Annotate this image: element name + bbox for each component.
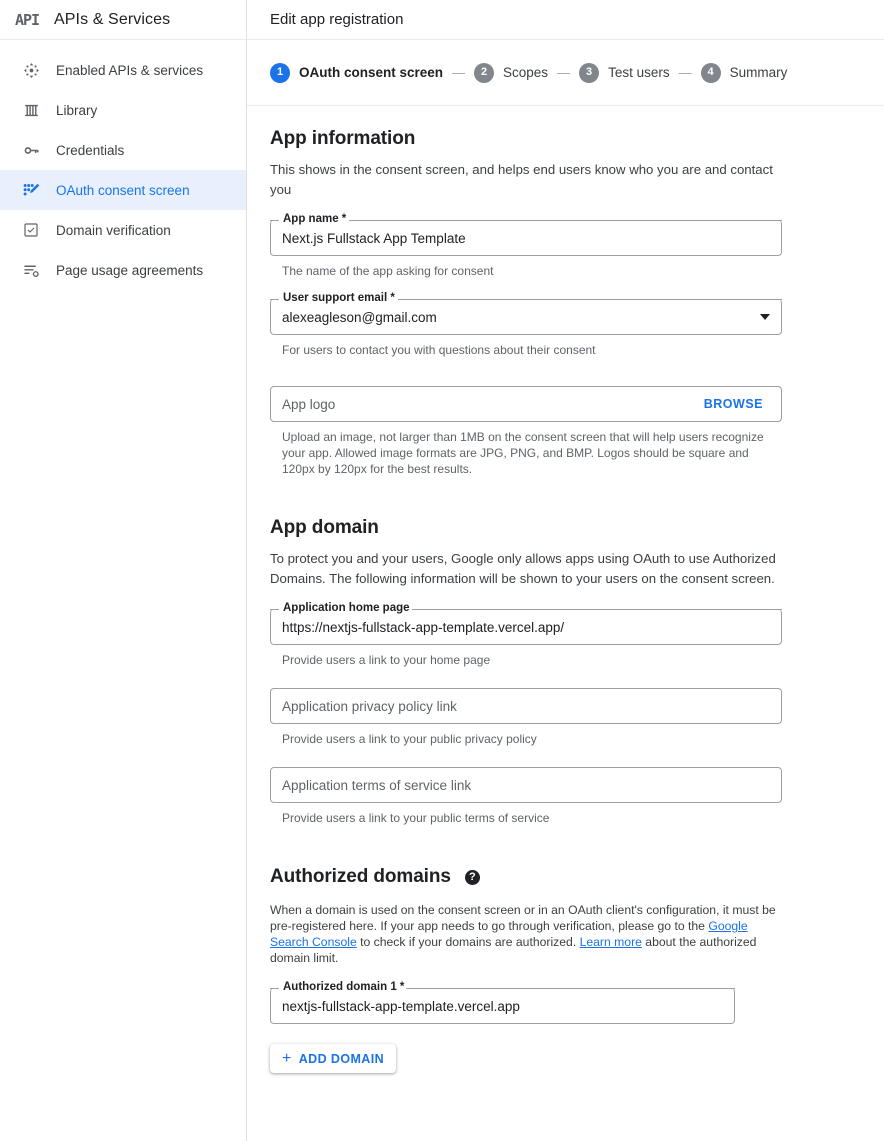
sidebar-header: API APIs & Services (0, 0, 246, 40)
plus-icon: + (282, 1049, 292, 1067)
step-number: 3 (579, 62, 600, 83)
app-name-input[interactable] (270, 220, 782, 256)
sidebar-item-label: Enabled APIs & services (56, 62, 204, 78)
form-content: App information This shows in the consen… (247, 106, 884, 1073)
step-label: Test users (608, 65, 670, 80)
api-logo-icon: API (14, 10, 40, 29)
paragraph-text-part2: to check if your domains are authorized. (356, 935, 580, 949)
app-domain-description: To protect you and your users, Google on… (270, 551, 776, 586)
sidebar-item-enabled-apis[interactable]: Enabled APIs & services (0, 50, 246, 90)
sidebar-item-label: Page usage agreements (56, 262, 204, 278)
terms-of-service-field[interactable] (270, 767, 782, 803)
terms-of-service-input[interactable] (270, 767, 782, 803)
add-domain-button[interactable]: + ADD DOMAIN (270, 1044, 396, 1073)
sidebar-item-label: Library (56, 102, 98, 118)
app-logo-field[interactable]: BROWSE (270, 386, 782, 422)
sidebar-item-credentials[interactable]: Credentials (0, 130, 246, 170)
authorized-domains-header: Authorized domains ? (270, 866, 861, 888)
sidebar: API APIs & Services Enabled APIs & servi… (0, 0, 247, 1141)
add-domain-label: ADD DOMAIN (298, 1051, 384, 1066)
oauth-consent-icon (14, 182, 48, 199)
domain-verification-icon (14, 222, 48, 238)
user-support-email-input[interactable] (270, 299, 782, 335)
application-home-page-input[interactable] (270, 609, 782, 645)
paragraph-text-part1: When a domain is used on the consent scr… (270, 903, 776, 933)
step-label: Summary (729, 65, 788, 80)
main-panel: Edit app registration 1 OAuth consent sc… (247, 0, 884, 1141)
app-information-description: This shows in the consent screen, and he… (270, 162, 773, 197)
step-number: 4 (700, 62, 721, 83)
authorized-domains-paragraph: When a domain is used on the consent scr… (270, 902, 784, 966)
step-separator: — (452, 65, 466, 80)
sidebar-item-domain-verification[interactable]: Domain verification (0, 210, 246, 250)
app-information-title: App information (270, 128, 416, 149)
authorized-domain-1-input[interactable] (270, 988, 735, 1024)
step-scopes[interactable]: 2 Scopes (474, 62, 549, 83)
sidebar-item-label: Credentials (56, 142, 125, 158)
page-title-bar: Edit app registration (247, 0, 884, 40)
user-support-email-helper: For users to contact you with questions … (282, 343, 596, 357)
sidebar-item-label: Domain verification (56, 222, 171, 238)
page-usage-icon (14, 262, 48, 279)
app-logo-helper: Upload an image, not larger than 1MB on … (282, 430, 764, 476)
learn-more-link[interactable]: Learn more (580, 935, 642, 949)
step-summary[interactable]: 4 Summary (700, 62, 788, 83)
step-number: 1 (270, 62, 290, 83)
browse-button[interactable]: BROWSE (698, 396, 769, 412)
app-name-field[interactable]: App name * (270, 212, 782, 256)
app-domain-title: App domain (270, 517, 379, 538)
user-support-email-field[interactable]: User support email * (270, 291, 782, 335)
sidebar-nav: Enabled APIs & services Library Credenti… (0, 40, 246, 290)
application-home-page-helper: Provide users a link to your home page (282, 653, 491, 667)
page-title: Edit app registration (270, 11, 404, 28)
sidebar-title: APIs & Services (54, 10, 171, 28)
wizard-stepper: 1 OAuth consent screen — 2 Scopes — 3 Te… (247, 40, 884, 106)
privacy-policy-input[interactable] (270, 688, 782, 724)
key-icon (14, 142, 48, 159)
step-test-users[interactable]: 3 Test users (579, 62, 670, 83)
step-oauth-consent-screen[interactable]: 1 OAuth consent screen (270, 62, 444, 83)
privacy-policy-helper: Provide users a link to your public priv… (282, 732, 537, 746)
enabled-apis-icon (14, 62, 48, 79)
app-name-helper: The name of the app asking for consent (282, 264, 494, 278)
application-home-page-field[interactable]: Application home page (270, 601, 782, 645)
authorized-domain-1-field[interactable]: Authorized domain 1 * (270, 980, 735, 1024)
step-label: OAuth consent screen (299, 65, 444, 80)
step-separator: — (678, 65, 692, 80)
step-separator: — (557, 65, 571, 80)
sidebar-item-label: OAuth consent screen (56, 182, 190, 198)
step-label: Scopes (503, 65, 549, 80)
sidebar-item-library[interactable]: Library (0, 90, 246, 130)
sidebar-item-oauth-consent-screen[interactable]: OAuth consent screen (0, 170, 246, 210)
authorized-domains-title: Authorized domains (270, 866, 451, 887)
help-icon[interactable]: ? (464, 869, 480, 885)
sidebar-item-page-usage-agreements[interactable]: Page usage agreements (0, 250, 246, 290)
chevron-down-icon[interactable] (760, 314, 770, 320)
library-icon (14, 102, 48, 119)
terms-of-service-helper: Provide users a link to your public term… (282, 811, 550, 825)
page-root: API APIs & Services Enabled APIs & servi… (0, 0, 884, 1141)
privacy-policy-field[interactable] (270, 688, 782, 724)
step-number: 2 (474, 62, 495, 83)
